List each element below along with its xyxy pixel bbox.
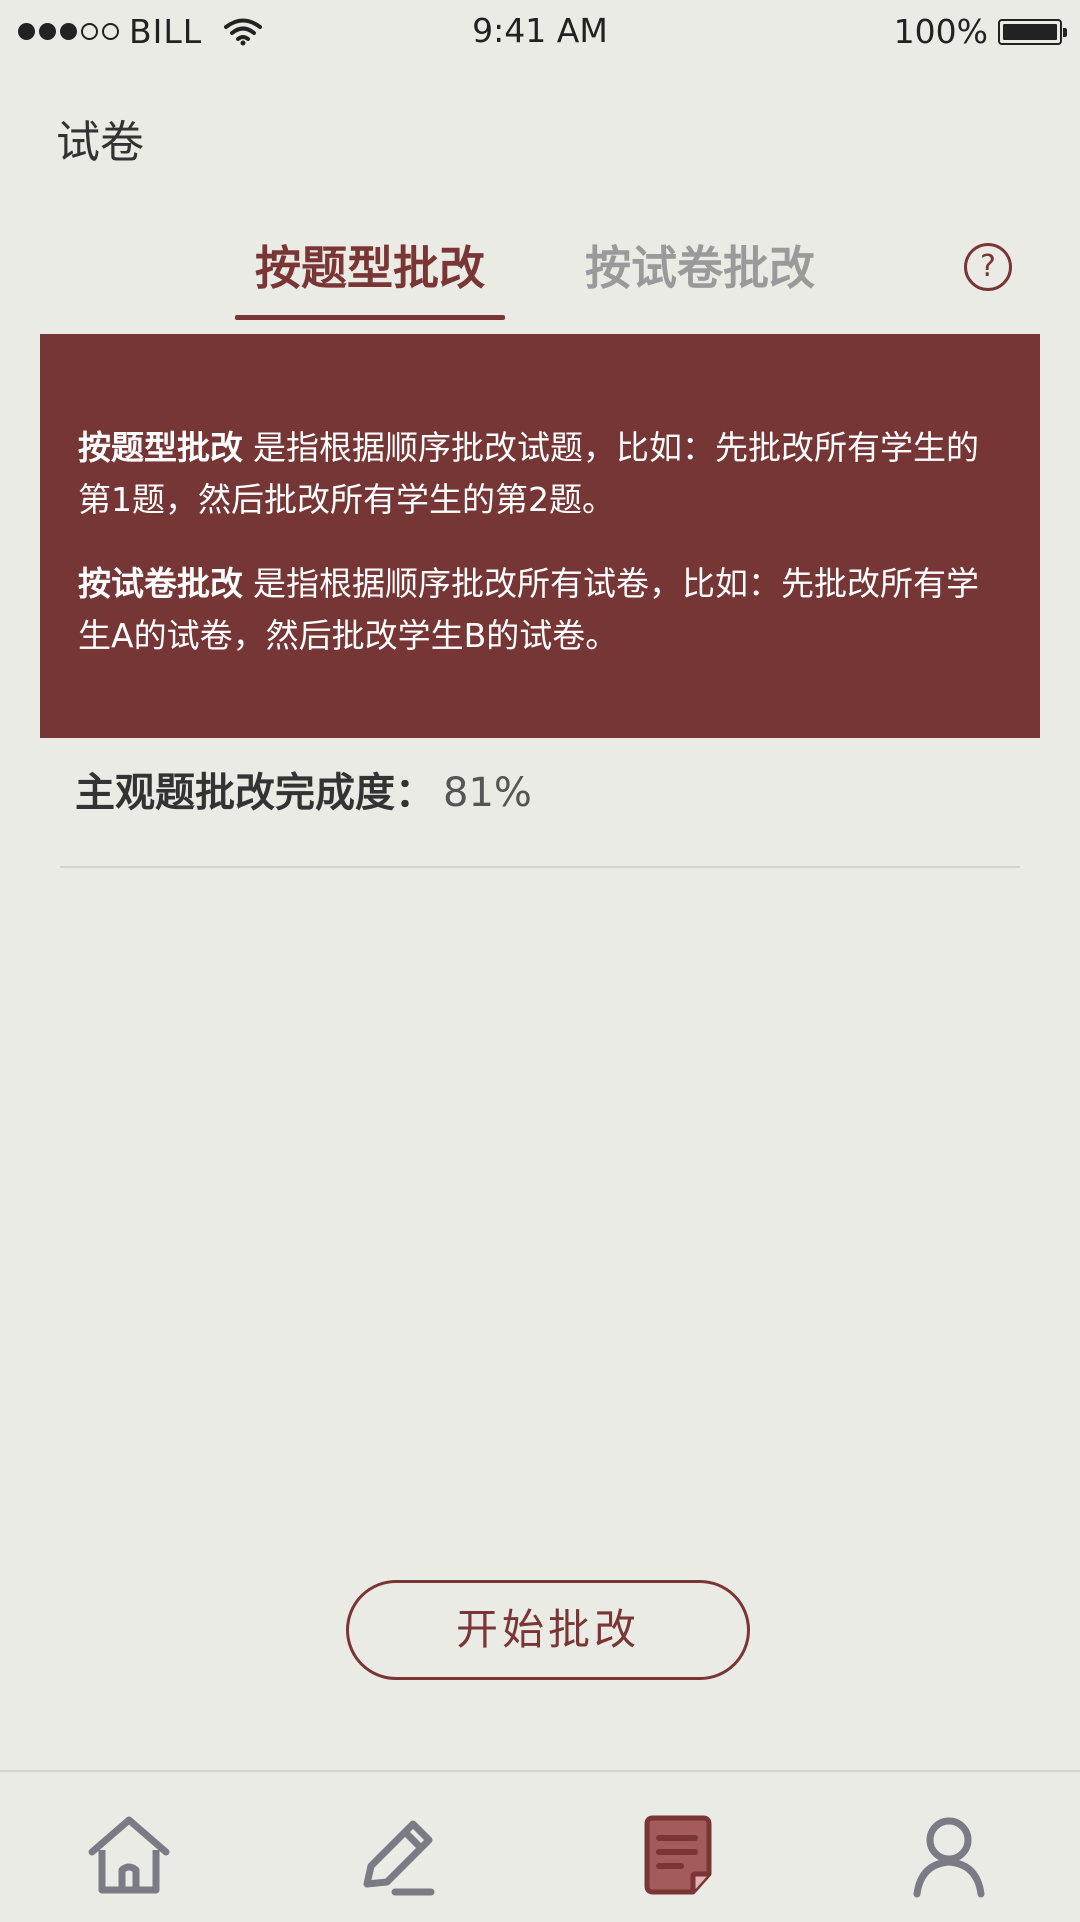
page-title: 试卷 — [56, 117, 144, 168]
battery-icon — [998, 18, 1067, 45]
battery-status: 100% — [893, 12, 1067, 51]
bottom-nav-bar — [0, 1770, 1080, 1922]
document-icon — [644, 1815, 712, 1895]
nav-papers[interactable] — [633, 1810, 723, 1900]
progress-label: 主观题批改完成度： — [75, 770, 435, 816]
info-item-by-question-type: 按题型批改 是指根据顺序批改试题，比如：先批改所有学生的第1题，然后批改所有学生的… — [78, 422, 1002, 526]
start-grading-button[interactable]: 开始批改 — [346, 1580, 750, 1680]
status-bar: BILL 9:41 AM 100% — [0, 0, 1080, 64]
nav-edit[interactable] — [355, 1810, 445, 1900]
tab-by-question-type[interactable]: 按题型批改 — [235, 232, 505, 320]
nav-profile[interactable] — [903, 1810, 993, 1900]
battery-percent: 100% — [893, 12, 988, 51]
nav-home[interactable] — [84, 1810, 174, 1900]
divider — [60, 866, 1020, 868]
user-icon — [913, 1817, 985, 1898]
grading-progress: 主观题批改完成度： 81% — [75, 760, 532, 818]
grading-mode-info-panel: 按题型批改 是指根据顺序批改试题，比如：先批改所有学生的第1题，然后批改所有学生的… — [40, 334, 1040, 738]
tab-by-paper[interactable]: 按试卷批改 — [565, 232, 835, 320]
grading-mode-tabs: 按题型批改 按试卷批改 — [0, 232, 1080, 322]
pencil-icon — [363, 1820, 435, 1896]
progress-value: 81% — [443, 770, 532, 816]
info-item-by-paper: 按试卷批改 是指根据顺序批改所有试卷，比如：先批改所有学生A的试卷，然后批改学生B… — [78, 558, 1002, 662]
info-item-title: 按试卷批改 — [78, 564, 243, 603]
home-icon — [88, 1816, 170, 1894]
info-item-title: 按题型批改 — [78, 428, 243, 467]
question-circle-icon[interactable]: ? — [964, 243, 1012, 291]
